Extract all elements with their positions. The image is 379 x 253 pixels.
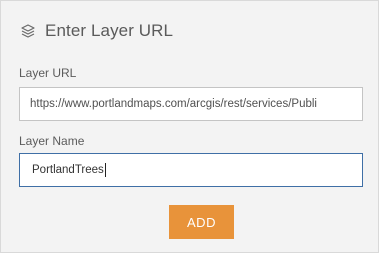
add-button[interactable]: ADD <box>169 205 234 239</box>
layer-name-value: PortlandTrees <box>32 164 104 176</box>
layer-name-input[interactable]: PortlandTrees <box>19 153 363 187</box>
layers-icon <box>19 22 37 40</box>
layer-url-value: https://www.portlandmaps.com/arcgis/rest… <box>30 98 317 110</box>
panel-header: Enter Layer URL <box>19 18 173 44</box>
enter-layer-url-panel: Enter Layer URL Layer URL https://www.po… <box>0 0 379 253</box>
panel-title: Enter Layer URL <box>45 21 174 40</box>
layer-url-input[interactable]: https://www.portlandmaps.com/arcgis/rest… <box>19 87 363 121</box>
layer-name-label: Layer Name <box>19 134 85 148</box>
text-caret <box>104 163 106 177</box>
layer-url-label: Layer URL <box>19 66 77 80</box>
